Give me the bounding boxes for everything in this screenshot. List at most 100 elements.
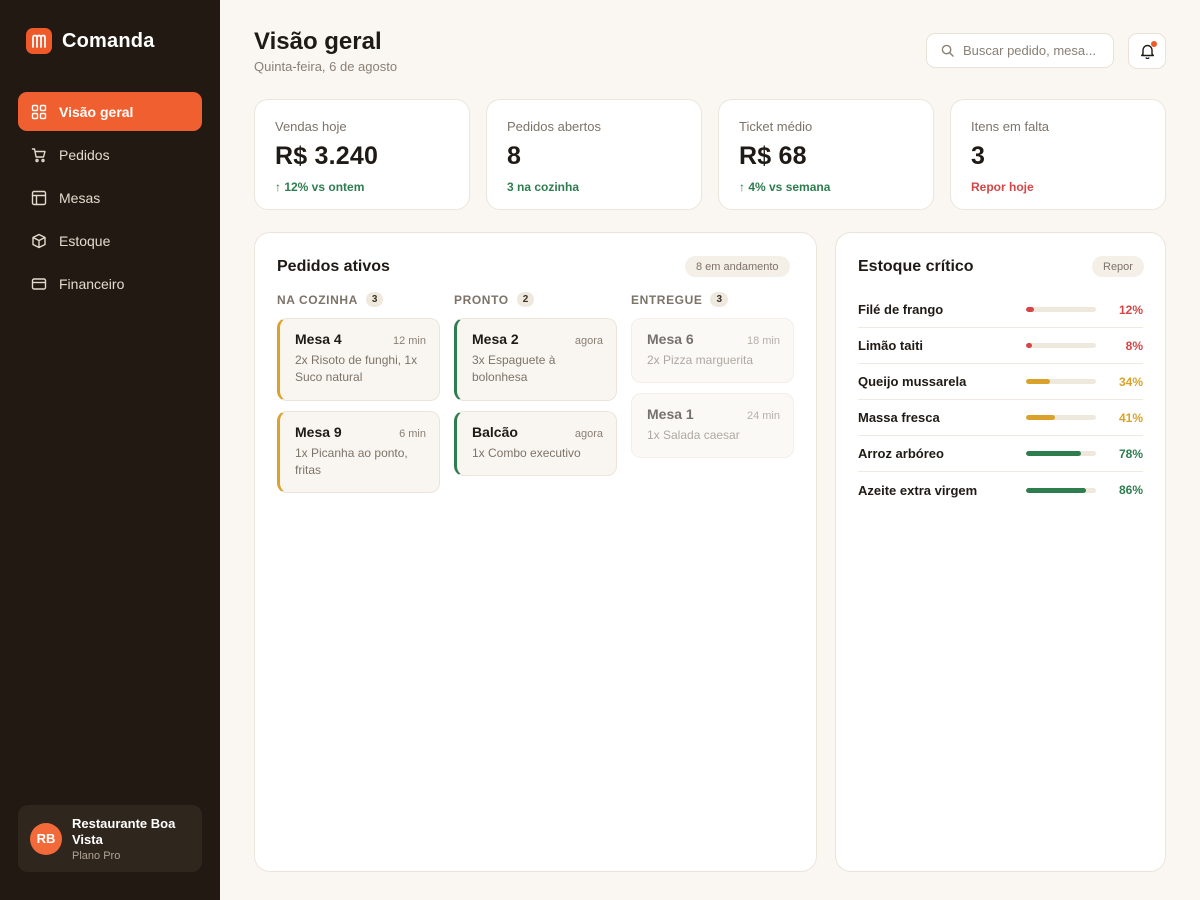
column-header-entregue: ENTREGUE 3 [631,292,729,307]
avatar: RB [30,822,62,855]
stock-level-bar [1026,451,1096,456]
stock-item-pct: 34% [1118,374,1143,389]
order-items: 3x Espaguete à bolonhesa [472,353,556,384]
sidebar-item-financeiro[interactable]: Financeiro [18,264,202,303]
stat-label: Pedidos abertos [507,119,601,134]
search-input[interactable] [963,43,1111,58]
notifications-button[interactable] [1128,33,1166,69]
stock-item-pct: 8% [1125,338,1143,353]
stock-level-fill [1026,343,1032,348]
column-count: 3 [710,292,729,307]
sidebar: Comanda Visão geral Pedidos Mesas Estoqu… [0,0,220,900]
order-card[interactable]: Mesa 6 18 min 2x Pizza marguerita [631,318,794,383]
notification-dot [1151,41,1157,47]
stat-label: Itens em falta [971,119,1050,134]
brand[interactable]: Comanda [26,28,155,54]
stock-item-name: Filé de frango [858,302,944,317]
stock-item-name: Azeite extra virgem [858,482,978,498]
order-items: 1x Salada caesar [647,428,740,442]
order-time: 18 min [746,335,780,347]
page-title: Visão geral [254,28,382,55]
search-box[interactable] [926,33,1114,68]
stock-level-bar [1026,415,1096,420]
sidebar-item-label: Mesas [59,189,101,206]
stock-level-fill [1026,415,1055,420]
stock-row: Filé de frango 12% [858,292,1143,328]
sidebar-item-label: Pedidos [59,146,110,163]
stock-item-name: Arroz arbóreo [858,446,944,461]
stat-value: R$ 3.240 [275,142,379,170]
profile-plan: Plano Pro [72,849,121,862]
stat-value: 8 [507,142,522,170]
stock-item-name: Limão taiti [858,338,924,353]
order-table: Balcão [472,424,518,440]
stock-row: Arroz arbóreo 78% [858,436,1143,472]
column-count: 3 [365,292,384,307]
stock-row: Azeite extra virgem 86% [858,472,1143,508]
stock-level-bar [1026,307,1096,312]
stat-trend: Repor hoje [971,180,1034,194]
stock-item-pct: 12% [1118,302,1143,317]
order-table: Mesa 1 [647,406,694,422]
order-items: 2x Risoto de funghi, 1x Suco natural [295,353,418,384]
column-label: ENTREGUE [631,292,703,307]
stat-card-pedidos: Pedidos abertos 8 3 na cozinha [486,99,702,210]
order-items: 1x Combo executivo [472,446,581,460]
sidebar-item-mesas[interactable]: Mesas [18,178,202,217]
stat-card-falta: Itens em falta 3 Repor hoje [950,99,1166,210]
order-card[interactable]: Balcão agora 1x Combo executivo [454,411,617,476]
layout-icon [31,190,47,205]
stat-trend: 3 na cozinha [507,180,580,194]
stat-card-ticket: Ticket médio R$ 68 ↑ 4% vs semana [718,99,934,210]
order-time: agora [574,428,603,440]
stock-level-bar [1026,343,1096,348]
order-time: 12 min [392,335,426,347]
order-card[interactable]: Mesa 9 6 min 1x Picanha ao ponto, fritas [277,411,440,493]
order-items: 1x Picanha ao ponto, fritas [295,446,408,477]
order-card[interactable]: Mesa 4 12 min 2x Risoto de funghi, 1x Su… [277,318,440,401]
search-icon [941,44,954,57]
profile-name: Restaurante Boa Vista [72,815,176,847]
sidebar-item-visao-geral[interactable]: Visão geral [18,92,202,131]
stock-item-pct: 78% [1118,446,1143,461]
stock-item-pct: 41% [1118,410,1143,425]
stock-item-name: Queijo mussarela [858,374,967,389]
stock-title: Estoque crítico [858,258,974,275]
sidebar-item-label: Visão geral [59,103,134,120]
order-table: Mesa 4 [295,331,342,347]
profile-card[interactable]: RB Restaurante Boa Vista Plano Pro [18,805,202,872]
stock-item-name: Massa fresca [858,410,940,425]
stat-trend: ↑ 4% vs semana [739,180,831,194]
order-card[interactable]: Mesa 2 agora 3x Espaguete à bolonhesa [454,318,617,401]
grid-icon [31,104,47,119]
sidebar-nav: Visão geral Pedidos Mesas Estoque Financ… [18,92,202,307]
order-table: Mesa 6 [647,331,694,347]
app-name: Comanda [62,29,155,52]
stock-level-fill [1026,487,1087,493]
order-time: agora [574,335,603,347]
stat-card-vendas: Vendas hoje R$ 3.240 ↑ 12% vs ontem [254,99,470,210]
stat-label: Ticket médio [739,119,813,134]
column-label: NA COZINHA [277,292,358,307]
stat-value: 3 [971,142,986,170]
order-card[interactable]: Mesa 1 24 min 1x Salada caesar [631,393,794,458]
order-table: Mesa 9 [295,424,342,440]
orders-status-badge: 8 em andamento [685,256,790,277]
comanda-logo-icon [26,28,52,54]
sidebar-item-estoque[interactable]: Estoque [18,221,202,260]
restock-button[interactable]: Repor [1092,256,1144,277]
order-time: 6 min [399,428,426,440]
stat-label: Vendas hoje [275,119,347,134]
sidebar-item-pedidos[interactable]: Pedidos [18,135,202,174]
stat-trend: ↑ 12% vs ontem [275,180,365,194]
column-label: PRONTO [454,292,509,307]
page-date: Quinta-feira, 6 de agosto [254,59,398,74]
column-header-pronto: PRONTO 2 [454,292,535,307]
order-time: 24 min [746,410,780,422]
stock-level-fill [1026,379,1050,384]
column-header-cozinha: NA COZINHA 3 [277,292,384,307]
orders-title: Pedidos ativos [277,258,390,275]
stock-level-fill [1026,307,1035,312]
sidebar-item-label: Financeiro [59,275,125,292]
stock-row: Massa fresca 41% [858,400,1143,436]
